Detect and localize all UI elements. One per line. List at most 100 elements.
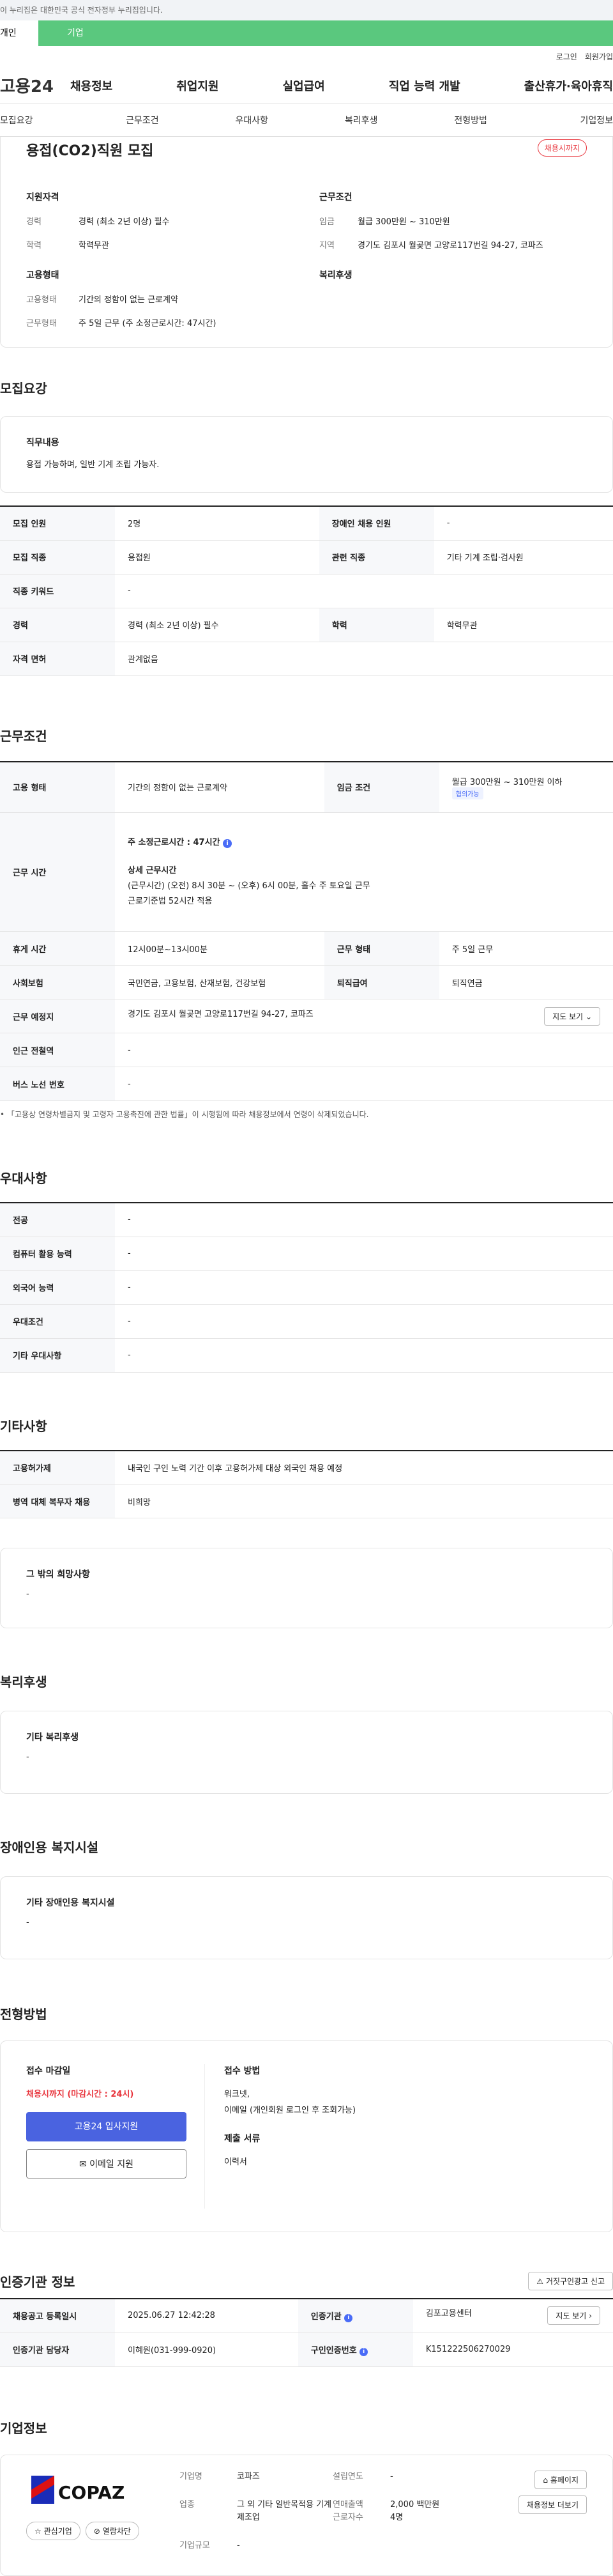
- cell-value: -: [115, 1338, 613, 1373]
- table-row: 고용허가제 내국인 구인 노력 기간 이후 고용허가제 대상 외국인 채용 예정: [0, 1450, 613, 1485]
- table-row: 직종 키워드 -: [0, 574, 613, 608]
- work-heading: 근무조건: [0, 728, 47, 744]
- deadline-value: 채용시까지 (마감시간 : 24시): [26, 2090, 134, 2099]
- method-value: 워크넷,: [224, 2090, 250, 2099]
- cell-key: 인근 전철역: [0, 1033, 115, 1067]
- cell-value: 이혜원(031-999-0920): [115, 2333, 298, 2367]
- qual-value: 경력 (최소 2년 이상) 필수: [79, 217, 170, 227]
- tab-conditions[interactable]: 근무조건: [87, 114, 197, 127]
- cell-key: 기타 우대사항: [0, 1338, 115, 1373]
- user-type-tabs: 개인 기업: [0, 20, 613, 46]
- cell-value: 비희망: [115, 1484, 613, 1518]
- favorite-label: 관심기업: [43, 2526, 72, 2536]
- chevron-down-icon: ⌄: [585, 1012, 592, 1021]
- nav-unemployment[interactable]: 실업급여: [283, 77, 325, 94]
- table-row: 자격 면허 관계없음: [0, 642, 613, 676]
- map-button[interactable]: 지도 보기 ⌄: [544, 1006, 600, 1026]
- cert-more-button[interactable]: 지도 보기 ›: [547, 2306, 600, 2325]
- cell-key: 근무 형태: [324, 931, 439, 966]
- duty-text: 용접 가능하며, 일반 기계 조립 가능자.: [26, 460, 160, 470]
- tab-welfare[interactable]: 복리후생: [306, 114, 416, 127]
- cell-value: -: [434, 506, 613, 541]
- nav-training[interactable]: 직업 능력 개발: [389, 77, 460, 94]
- deadline-title: 접수 마감일: [26, 2066, 71, 2076]
- block-view-button[interactable]: ⊘ 열람차단: [85, 2521, 139, 2540]
- cell-value: 기간의 정함이 없는 근로계약: [115, 761, 324, 813]
- cell-value: 주 소정근로시간 : 47시간 i 상세 근무시간 (근무시간) (오전) 8시…: [115, 812, 613, 932]
- cond-key: 임금: [319, 217, 335, 227]
- report-button-label: 거짓구인광고 신고: [545, 2277, 605, 2286]
- gov-notice-text: 이 누리집은 대한민국 공식 전자정부 누리집입니다.: [0, 6, 163, 15]
- logo[interactable]: 고용24: [0, 73, 70, 97]
- block-label: 열람차단: [102, 2526, 131, 2536]
- cell-key: 퇴직급여: [324, 965, 439, 999]
- nav-employment-support[interactable]: 취업지원: [176, 77, 218, 94]
- table-row: 경력 경력 (최소 2년 이상) 필수 학력 학력무관: [0, 608, 613, 642]
- method-title: 접수 방법: [224, 2066, 261, 2076]
- info-icon[interactable]: i: [223, 838, 232, 848]
- tab-company[interactable]: 기업: [38, 20, 613, 46]
- table-row: 휴게 시간 12시00분~13시00분 근무 형태 주 5일 근무: [0, 931, 613, 966]
- tab-personal[interactable]: 개인: [0, 20, 38, 46]
- table-row: 기타 우대사항 -: [0, 1338, 613, 1373]
- duty-box: 직무내용 용접 가능하며, 일반 기계 조립 가능자.: [0, 416, 613, 493]
- type-key: 근무형태: [26, 319, 57, 328]
- chevron-right-icon: ›: [589, 2311, 592, 2321]
- place-value: 경기도 김포시 월곶면 고양로117번길 94-27, 코파즈: [128, 1009, 314, 1019]
- cell-value: 용접원: [115, 540, 319, 575]
- cell-value: 김포고용센터 지도 보기 ›: [412, 2299, 613, 2333]
- tab-company[interactable]: 기업정보: [526, 114, 613, 127]
- recruit-table: 모집 인원 2명 장애인 채용 인원 - 모집 직종 용접원 관련 직종 기타 기계 조립·…: [0, 505, 613, 676]
- tab-process[interactable]: 전형방법: [416, 114, 525, 127]
- company-value: -: [237, 2540, 240, 2550]
- process-heading: 전형방법: [0, 2007, 47, 2022]
- company-key: 연매출액 근로자수: [333, 2499, 363, 2522]
- cell-key: 모집 인원: [0, 506, 115, 541]
- table-row: 근무 시간 주 소정근로시간 : 47시간 i 상세 근무시간 (근무시간) (…: [0, 812, 613, 932]
- login-link[interactable]: 로그인: [556, 52, 577, 61]
- cell-key: 장애인 채용 인원: [319, 506, 434, 541]
- cert-center: 김포고용센터: [425, 2309, 472, 2319]
- tab-recruit[interactable]: 모집요강: [0, 114, 87, 127]
- report-button[interactable]: ⚠ 거짓구인광고 신고: [528, 2272, 613, 2290]
- nav-jobs[interactable]: 채용정보: [70, 77, 112, 94]
- table-row: 모집 인원 2명 장애인 채용 인원 -: [0, 506, 613, 541]
- cell-value: -: [115, 1304, 613, 1339]
- more-jobs-button[interactable]: 채용정보 더보기: [518, 2495, 587, 2514]
- homepage-button[interactable]: ⌂ 홈페이지: [534, 2470, 587, 2489]
- hours-detail: 근로기준법 52시간 적용: [128, 896, 213, 906]
- welfare-title: 복리후생: [319, 270, 352, 281]
- email-apply-label: 이메일 지원: [89, 2159, 134, 2170]
- cell-value: 기타 기계 조립·검사원: [434, 540, 613, 575]
- summary-card: 용접(CO2)직원 모집 채용시까지 지원자격 경력 경력 (최소 2년 이상) …: [0, 137, 613, 348]
- hours-main: 주 소정근로시간 : 47시간: [128, 837, 220, 847]
- home-icon: ⌂: [543, 2475, 548, 2485]
- tab-preferences[interactable]: 우대사항: [197, 114, 306, 127]
- table-row: 인근 전철역 -: [0, 1033, 613, 1067]
- cell-key: 근무 시간: [0, 812, 115, 932]
- wage-value: 월급 300만원 ~ 310만원 이하: [451, 777, 563, 787]
- cell-key: 채용공고 등록일시: [0, 2299, 115, 2333]
- cell-value: -: [115, 1270, 613, 1305]
- mail-icon: ✉: [79, 2159, 87, 2170]
- cell-value: -: [115, 1237, 613, 1271]
- block-icon: ⊘: [93, 2526, 100, 2536]
- nav-leave[interactable]: 출산휴가·육아휴직: [524, 77, 613, 94]
- cell-value: 내국인 구인 노력 기간 이후 고용허가제 대상 외국인 채용 예정: [115, 1450, 613, 1485]
- apply-button[interactable]: 고용24 입사지원: [26, 2112, 186, 2141]
- cert-table: 채용공고 등록일시 2025.06.27 12:42:28 인증기관 i 김포고용센터…: [0, 2298, 613, 2367]
- cell-value: 경기도 김포시 월곶면 고양로117번길 94-27, 코파즈 지도 보기 ⌄: [115, 999, 613, 1033]
- cell-key: 자격 면허: [0, 642, 115, 676]
- signup-link[interactable]: 회원가입: [585, 52, 613, 61]
- cell-key: 인증기관 담당자: [0, 2333, 115, 2367]
- favorite-company-button[interactable]: ☆ 관심기업: [26, 2521, 80, 2540]
- info-icon[interactable]: i: [359, 2347, 368, 2356]
- table-row: 사회보험 국민연금, 고용보험, 산재보험, 건강보험 퇴직급여 퇴직연금: [0, 965, 613, 999]
- table-row: 전공 -: [0, 1203, 613, 1237]
- type-value: 기간의 정함이 없는 근로계약: [79, 295, 178, 305]
- info-icon[interactable]: i: [344, 2313, 353, 2322]
- disabled-box-title: 기타 장애인용 복지시설: [26, 1898, 115, 1908]
- cert-heading: 인증기관 정보: [0, 2274, 75, 2290]
- email-apply-button[interactable]: ✉ 이메일 지원: [26, 2149, 186, 2179]
- company-key: 기업명: [179, 2471, 202, 2481]
